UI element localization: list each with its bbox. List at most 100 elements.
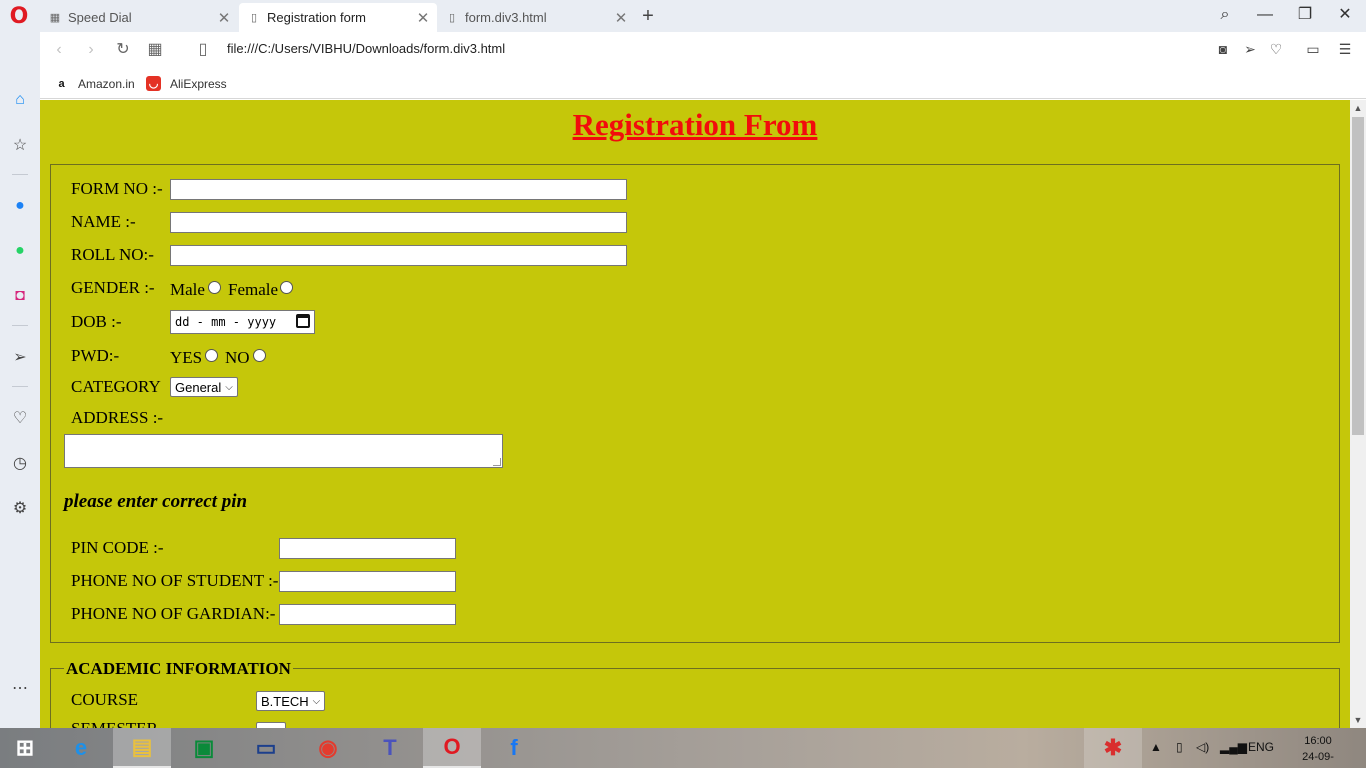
course-select[interactable]: B.TECH ⌵ (256, 691, 326, 711)
restore-icon[interactable]: ❐ (1293, 4, 1317, 26)
file-icon: ▯ (448, 12, 456, 24)
forward-icon[interactable]: › (81, 40, 101, 60)
security-alert-icon[interactable]: ✱ (1084, 728, 1142, 768)
address-label: ADDRESS :- (71, 408, 164, 427)
gender-male-radio[interactable] (208, 281, 221, 294)
page-title: Registration From (572, 107, 818, 142)
store-icon[interactable]: ▣ (175, 728, 233, 768)
tab-title: Speed Dial (68, 10, 132, 25)
tab-speed-dial[interactable]: ▦ Speed Dial ✕ (40, 3, 238, 32)
page-scrollbar[interactable]: ▲ ▼ (1350, 100, 1366, 728)
minimize-icon[interactable]: — (1253, 4, 1277, 26)
time: 16:00 (1304, 735, 1332, 747)
opera-icon[interactable]: O (423, 728, 481, 768)
send-icon[interactable]: ➢ (1241, 41, 1259, 58)
date: 24-09-2020 (1302, 751, 1334, 768)
camera-icon[interactable]: ◙ (1214, 41, 1232, 57)
home-icon[interactable]: ⌂ (8, 88, 32, 112)
lenovo-icon[interactable]: ▭ (237, 728, 295, 768)
back-icon[interactable]: ‹ (49, 40, 69, 60)
scroll-thumb[interactable] (1352, 117, 1364, 435)
scroll-down-icon[interactable]: ▼ (1350, 712, 1366, 728)
bookmark-label: Amazon.in (78, 76, 135, 91)
opera-menu-icon[interactable]: O (9, 6, 29, 28)
address-textarea[interactable] (64, 434, 503, 468)
page-viewport: Registration From FORM NO :- NAME :- ROL… (40, 100, 1350, 728)
close-icon[interactable]: ✕ (214, 9, 234, 27)
heart-icon[interactable]: ♡ (8, 406, 32, 430)
url-field[interactable]: file:///C:/Users/VIBHU/Downloads/form.di… (227, 41, 505, 56)
instagram-icon[interactable]: ◘ (8, 284, 32, 308)
settings-icon[interactable]: ⚙ (8, 496, 32, 520)
clock[interactable]: 16:00 24-09-2020 (1290, 733, 1346, 768)
network-icon[interactable]: ▂▄▆ (1220, 740, 1247, 754)
gender-female-label: Female (228, 280, 279, 299)
whatsapp-icon[interactable]: ● (8, 239, 32, 263)
star-icon[interactable]: ☆ (8, 133, 32, 157)
amazon-icon: a (58, 77, 65, 90)
bookmark-amazon[interactable]: a Amazon.in (54, 76, 135, 91)
resize-grip-icon[interactable] (493, 458, 501, 466)
send-icon[interactable]: ➢ (8, 345, 32, 369)
category-label: CATEGORY (71, 377, 161, 396)
address-bar: ‹ › ↻ ▦ ▯ file:///C:/Users/VIBHU/Downloa… (40, 32, 1366, 68)
sidebar-divider (12, 174, 28, 175)
history-icon[interactable]: ◷ (8, 451, 32, 475)
calendar-icon[interactable] (296, 314, 310, 328)
dob-label: DOB :- (71, 312, 122, 331)
tiles-icon[interactable]: ▦ (145, 40, 165, 60)
gender-label: GENDER :- (71, 278, 155, 297)
category-select[interactable]: General ⌵ (170, 377, 238, 397)
pwd-yes-radio[interactable] (205, 349, 218, 362)
pwd-no-radio[interactable] (253, 349, 266, 362)
pin-code-input[interactable] (279, 538, 456, 559)
show-hidden-icons-icon[interactable]: ▲ (1150, 740, 1162, 754)
dob-input[interactable]: dd - mm - yyyy (170, 310, 315, 334)
heart-icon[interactable]: ♡ (1267, 41, 1285, 58)
pin-note: please enter correct pin (64, 491, 248, 512)
file-explorer-icon[interactable]: ▤ (113, 728, 171, 768)
phone-guardian-input[interactable] (279, 604, 456, 625)
pwd-no-label: NO (225, 348, 250, 367)
tab-bar: O ▦ Speed Dial ✕ ▯ Registration form ✕ ▯… (0, 0, 1366, 32)
chrome-icon[interactable]: ◉ (299, 728, 357, 768)
phone-student-input[interactable] (279, 571, 456, 592)
reload-icon[interactable]: ↻ (113, 40, 133, 60)
pwd-label: PWD:- (71, 346, 120, 365)
more-icon[interactable]: ⋯ (8, 676, 32, 700)
dob-placeholder: dd - mm - yyyy (175, 315, 277, 329)
close-window-icon[interactable]: ✕ (1333, 4, 1357, 26)
tab-registration-form[interactable]: ▯ Registration form ✕ (239, 3, 437, 32)
teams-icon[interactable]: T (361, 728, 419, 768)
battery-icon[interactable]: ▯ (1176, 740, 1183, 754)
phone-guardian-label: PHONE NO OF GARDIAN:- (71, 604, 276, 623)
page-info-icon[interactable]: ▯ (193, 40, 213, 60)
new-tab-button[interactable]: + (638, 5, 658, 28)
academic-legend: ACADEMIC INFORMATION (64, 659, 293, 679)
start-icon[interactable]: ⊞ (0, 728, 50, 768)
tab-title: form.div3.html (465, 10, 547, 25)
taskbar: ⊞ e ▤ ▣ ▭ ◉ T O f ✱ ▲ ▯ ◁) ▂▄▆ ENG 16:00… (0, 728, 1366, 768)
easy-setup-icon[interactable]: ☰ (1336, 41, 1354, 58)
sidebar: ⌂ ☆ ● ● ◘ ➢ ♡ ◷ ⚙ ⋯ (0, 32, 40, 728)
volume-icon[interactable]: ◁) (1196, 740, 1209, 754)
gender-female-radio[interactable] (280, 281, 293, 294)
tab-form-div3[interactable]: ▯ form.div3.html ✕ (437, 3, 635, 32)
language-indicator[interactable]: ENG (1248, 740, 1274, 754)
internet-explorer-icon[interactable]: e (52, 728, 110, 768)
facebook-icon[interactable]: f (485, 728, 543, 768)
scroll-up-icon[interactable]: ▲ (1350, 100, 1366, 116)
semester-label: SEMESTER (71, 719, 158, 728)
form-no-input[interactable] (170, 179, 627, 200)
messenger-icon[interactable]: ● (8, 194, 32, 218)
bookmark-aliexpress[interactable]: ◡ AliExpress (146, 76, 227, 91)
close-icon[interactable]: ✕ (611, 9, 631, 27)
gender-male-label: Male (170, 280, 205, 299)
close-icon[interactable]: ✕ (413, 9, 433, 27)
name-input[interactable] (170, 212, 627, 233)
roll-no-input[interactable] (170, 245, 627, 266)
form-no-label: FORM NO :- (71, 179, 163, 198)
search-tabs-icon[interactable]: ⌕ (1213, 4, 1237, 26)
battery-saver-icon[interactable]: ▭ (1304, 41, 1322, 58)
sidebar-divider (12, 325, 28, 326)
